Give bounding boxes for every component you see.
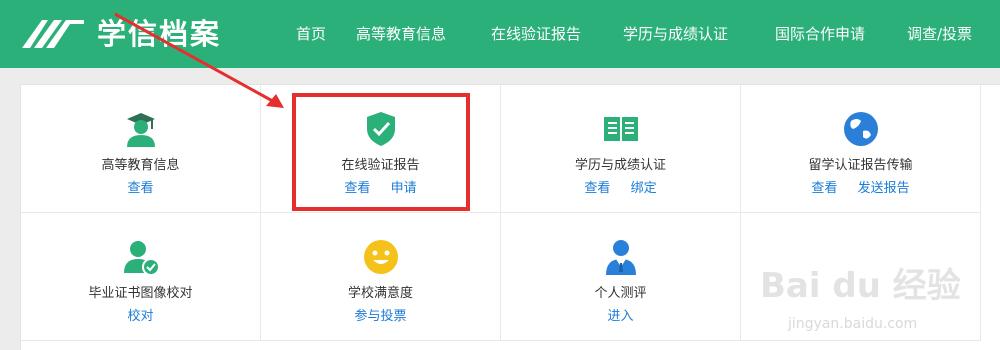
watermark-main-text: Bai du 经验 xyxy=(760,266,961,306)
baidu-watermark: Bai du 经验 jingyan.baidu.com xyxy=(760,240,995,345)
watermark-url: jingyan.baidu.com xyxy=(788,316,918,332)
